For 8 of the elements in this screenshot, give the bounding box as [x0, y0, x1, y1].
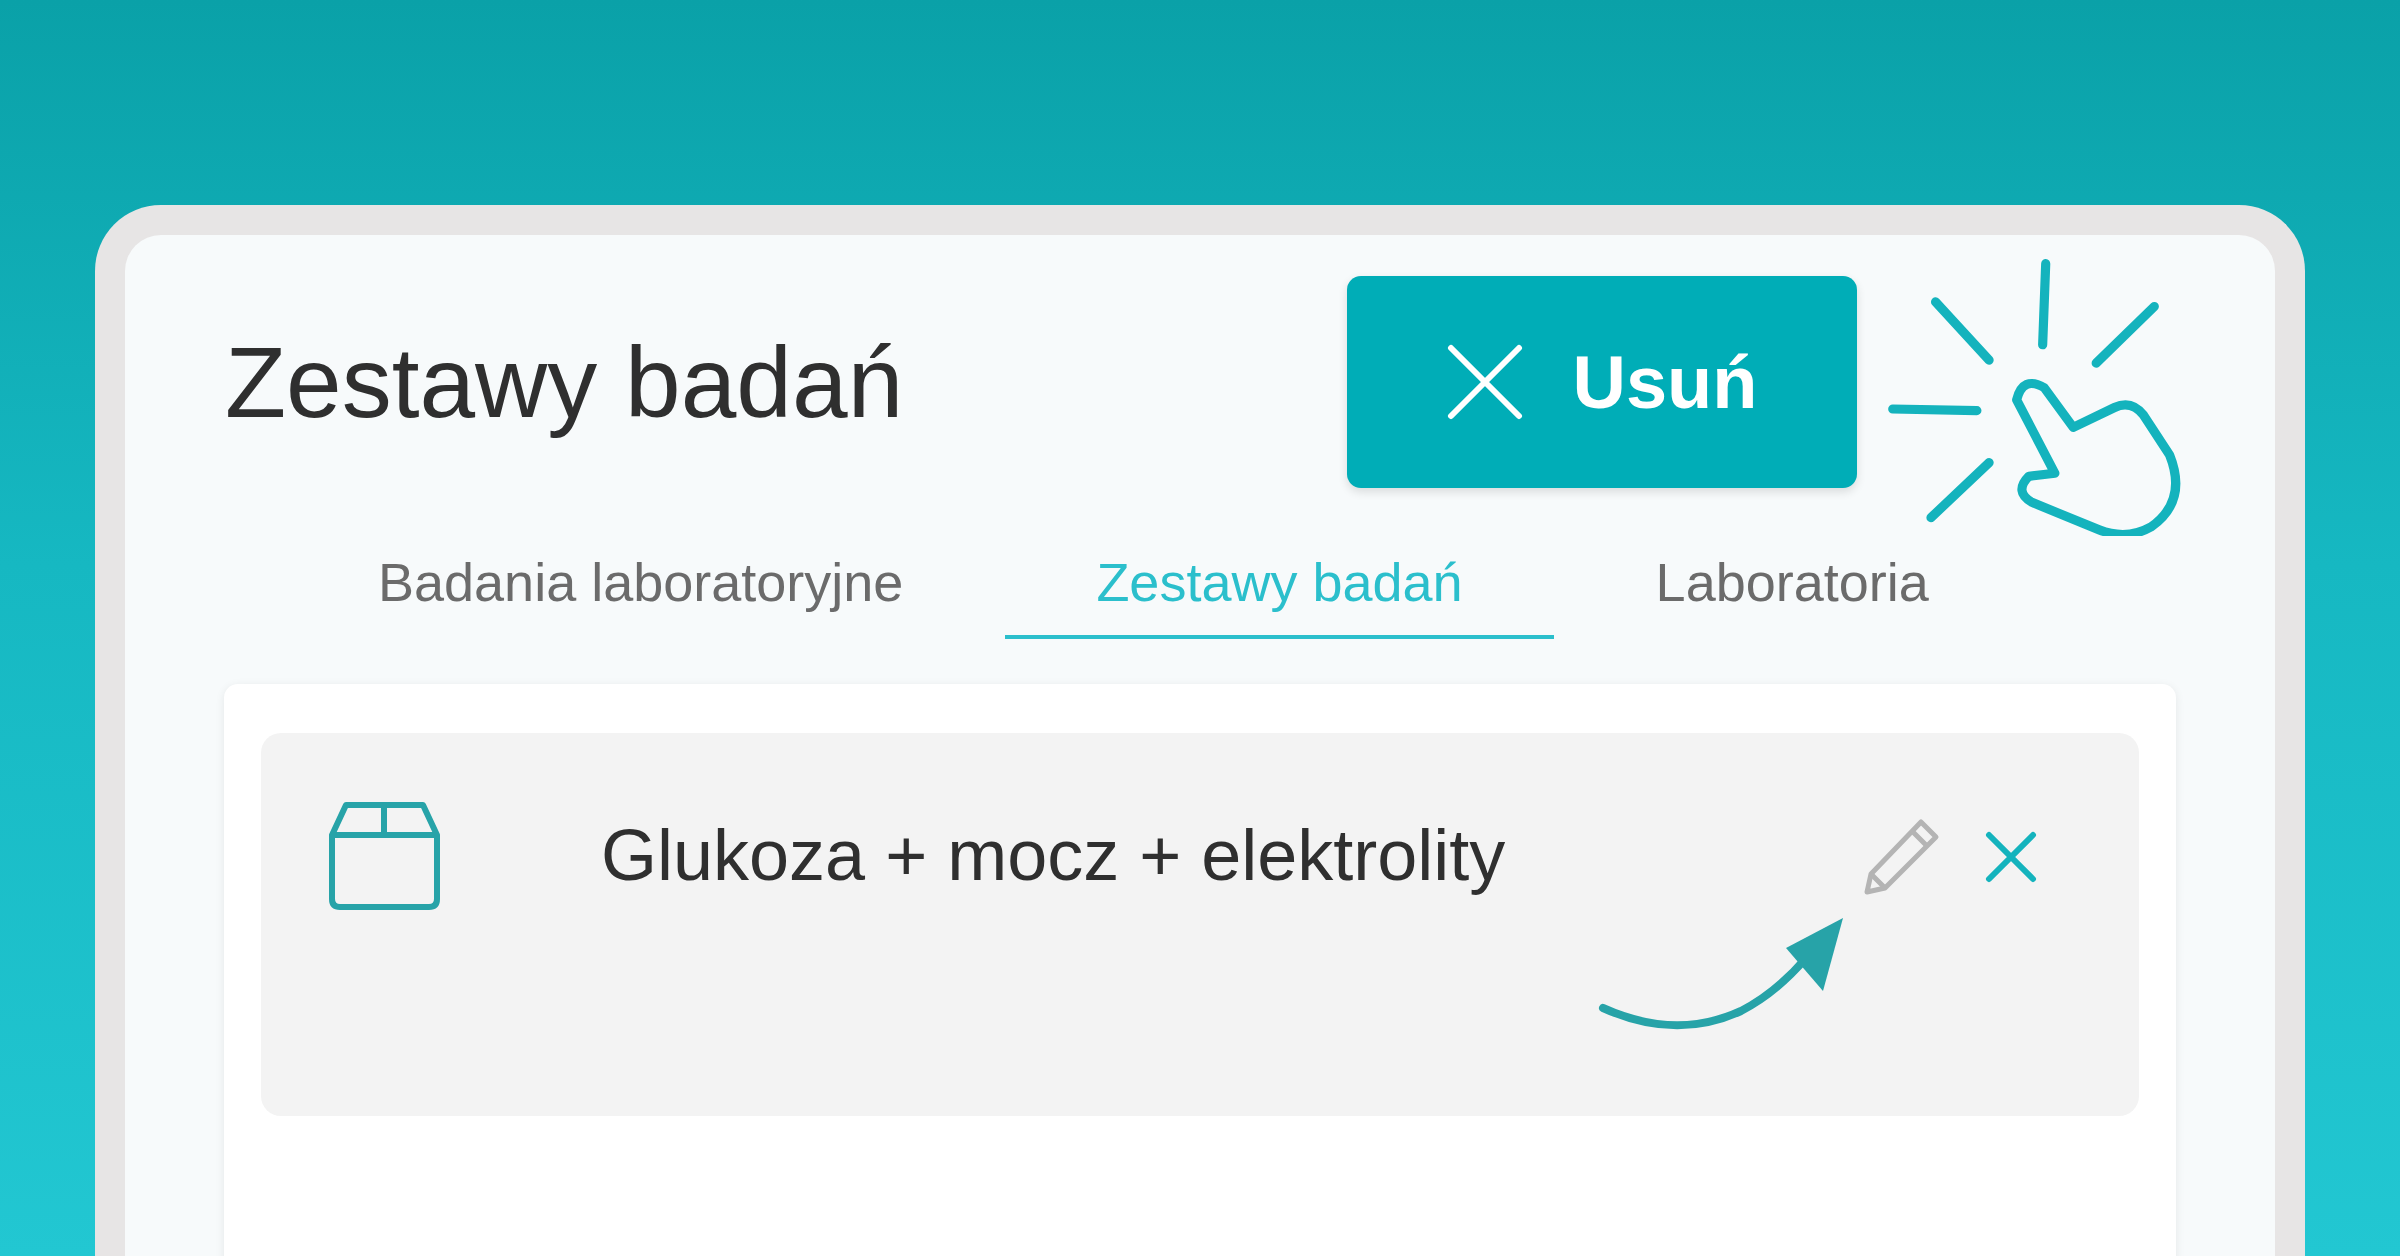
- page-title: Zestawy badań: [225, 324, 905, 440]
- delete-button[interactable]: Usuń: [1347, 276, 1857, 488]
- tab[interactable]: Laboratoria: [1564, 531, 2020, 639]
- tab[interactable]: Badania laboratoryjne: [287, 531, 995, 639]
- close-icon[interactable]: [1985, 831, 2037, 883]
- box-icon: [328, 801, 441, 911]
- list-item[interactable]: Glukoza + mocz + elektrolity: [261, 733, 2139, 1116]
- close-icon: [1446, 344, 1523, 420]
